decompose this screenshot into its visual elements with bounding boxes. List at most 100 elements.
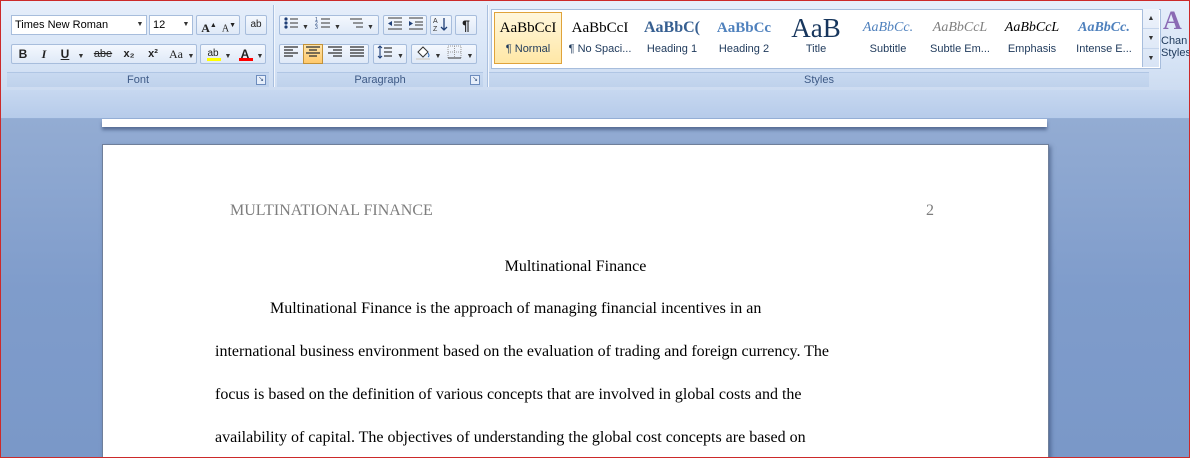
ruler-band [1, 90, 1189, 119]
style-heading-2[interactable]: AaBbCc Heading 2 [710, 12, 778, 64]
previous-page-bottom [102, 119, 1047, 127]
body-line: availability of capital. The objectives … [215, 429, 806, 446]
change-styles-label-2: Styles [1161, 47, 1190, 59]
font-color-button[interactable]: A [235, 44, 255, 64]
style-intense-emphasis[interactable]: AaBbCc. Intense E... [1070, 12, 1138, 64]
grow-shrink-group: A▲ A▼ [196, 15, 240, 35]
numbering-dropdown[interactable]: ▼ [333, 15, 342, 35]
group-divider [273, 5, 274, 87]
font-color-dropdown[interactable]: ▼ [255, 44, 265, 64]
bullets-dropdown[interactable]: ▼ [301, 15, 310, 35]
style-label: ¶ Normal [505, 43, 551, 55]
ribbon: Times New Roman ▼ 12 ▼ A▲ A▼ ab B I U ▼ … [1, 1, 1189, 91]
line-spacing-dropdown[interactable]: ▼ [395, 44, 406, 64]
style-sample: AaBbCcI [571, 20, 629, 36]
font-name-combo[interactable]: Times New Roman ▼ [11, 15, 147, 35]
line-spacing-button[interactable] [375, 44, 395, 64]
chevron-down-icon: ▼ [334, 24, 341, 31]
shading-border-group: ▼ ▼ [411, 44, 477, 64]
chevron-down-icon[interactable]: ▼ [180, 16, 192, 34]
font-name-value: Times New Roman [15, 19, 109, 31]
underline-dropdown[interactable]: ▼ [76, 44, 86, 64]
gallery-up-button[interactable]: ▲ [1143, 9, 1159, 29]
subscript-button[interactable]: x₂ [118, 44, 140, 64]
style-sample: AaBbCcL [1004, 20, 1060, 35]
chevron-down-icon: ▼ [256, 53, 264, 60]
numbering-button[interactable]: 123 [313, 15, 333, 35]
align-right-icon [328, 46, 342, 57]
borders-dropdown[interactable]: ▼ [465, 44, 475, 64]
style-subtitle[interactable]: AaBbCc. Subtitle [854, 12, 922, 64]
color-group: ab ▼ A ▼ [200, 44, 266, 64]
paragraph-group-label: Paragraph [277, 72, 483, 87]
styles-gallery-scroll: ▲ ▼ ▼ [1142, 9, 1159, 67]
shrink-arrow-icon: ▼ [229, 21, 237, 29]
styles-gallery: AaBbCcI ¶ Normal AaBbCcI ¶ No Spaci... A… [491, 9, 1161, 69]
group-divider [487, 5, 488, 87]
document-page[interactable]: MULTINATIONAL FINANCE 2 Multinational Fi… [102, 144, 1049, 457]
style-label: Heading 1 [646, 43, 698, 55]
change-case-button[interactable]: Aa [166, 44, 186, 64]
bold-button[interactable]: B [13, 44, 33, 64]
italic-button[interactable]: I [34, 44, 54, 64]
shrink-font-button[interactable]: A▼ [219, 15, 239, 35]
sort-button[interactable]: AZ [430, 15, 452, 35]
paragraph-dialog-launcher[interactable]: ↘ [470, 75, 480, 85]
decrease-indent-icon [388, 17, 402, 30]
decrease-indent-button[interactable] [385, 15, 405, 35]
highlight-dropdown[interactable]: ▼ [223, 44, 233, 64]
underline-button[interactable]: U [55, 44, 75, 64]
highlight-color-bar [207, 58, 221, 61]
chevron-down-icon: ▼ [77, 53, 85, 60]
shading-button[interactable] [413, 44, 433, 64]
font-size-combo[interactable]: 12 ▼ [149, 15, 193, 35]
shading-dropdown[interactable]: ▼ [433, 44, 443, 64]
justify-button[interactable] [347, 44, 367, 64]
grow-font-button[interactable]: A▲ [199, 15, 219, 35]
alignment-group [279, 44, 369, 64]
align-left-icon [284, 46, 298, 57]
style-emphasis[interactable]: AaBbCcL Emphasis [998, 12, 1066, 64]
highlight-button[interactable]: ab [203, 44, 223, 64]
style-label: ¶ No Spaci... [568, 43, 632, 55]
bullets-button[interactable] [281, 15, 301, 35]
line-spacing-icon [377, 45, 392, 59]
gallery-more-button[interactable]: ▼ [1143, 49, 1159, 68]
show-formatting-button[interactable]: ¶ [455, 15, 477, 35]
align-center-button[interactable] [303, 44, 323, 64]
font-group: Times New Roman ▼ 12 ▼ A▲ A▼ ab B I U ▼ … [7, 5, 269, 89]
style-label: Title [805, 43, 827, 55]
body-line: international business environment based… [215, 343, 830, 360]
clear-formatting-icon: ab [250, 19, 262, 30]
style-no-spacing[interactable]: AaBbCcI ¶ No Spaci... [566, 12, 634, 64]
chevron-down-icon: ▼ [434, 53, 442, 60]
chevron-down-icon[interactable]: ▼ [134, 16, 146, 34]
gallery-down-button[interactable]: ▼ [1143, 29, 1159, 49]
style-normal[interactable]: AaBbCcI ¶ Normal [494, 12, 562, 64]
chevron-down-icon: ▼ [466, 53, 474, 60]
chevron-down-icon: ▼ [302, 24, 309, 31]
change-styles-button[interactable]: A Chan Styles [1161, 7, 1190, 73]
increase-indent-button[interactable] [406, 15, 426, 35]
justify-icon [350, 46, 364, 57]
font-dialog-launcher[interactable]: ↘ [256, 75, 266, 85]
align-left-button[interactable] [281, 44, 301, 64]
multilevel-list-button[interactable] [346, 15, 366, 35]
style-subtle-emphasis[interactable]: AaBbCcL Subtle Em... [926, 12, 994, 64]
align-right-button[interactable] [325, 44, 345, 64]
chevron-down-icon: ▼ [187, 53, 195, 60]
document-title: Multinational Finance [504, 258, 647, 275]
style-title[interactable]: AaB Title [782, 12, 850, 64]
clear-formatting-button[interactable]: ab [245, 15, 267, 35]
superscript-button[interactable]: x² [142, 44, 164, 64]
style-sample: AaB [791, 13, 841, 43]
strikethrough-button[interactable]: abe [90, 44, 116, 64]
style-heading-1[interactable]: AaBbC( Heading 1 [638, 12, 706, 64]
font-color-bar [239, 58, 253, 61]
borders-button[interactable] [445, 44, 465, 64]
increase-indent-icon [409, 17, 423, 30]
change-case-dropdown[interactable]: ▼ [186, 44, 196, 64]
style-label: Heading 2 [718, 43, 770, 55]
grow-font-label: A [201, 21, 210, 35]
multilevel-list-dropdown[interactable]: ▼ [366, 15, 375, 35]
